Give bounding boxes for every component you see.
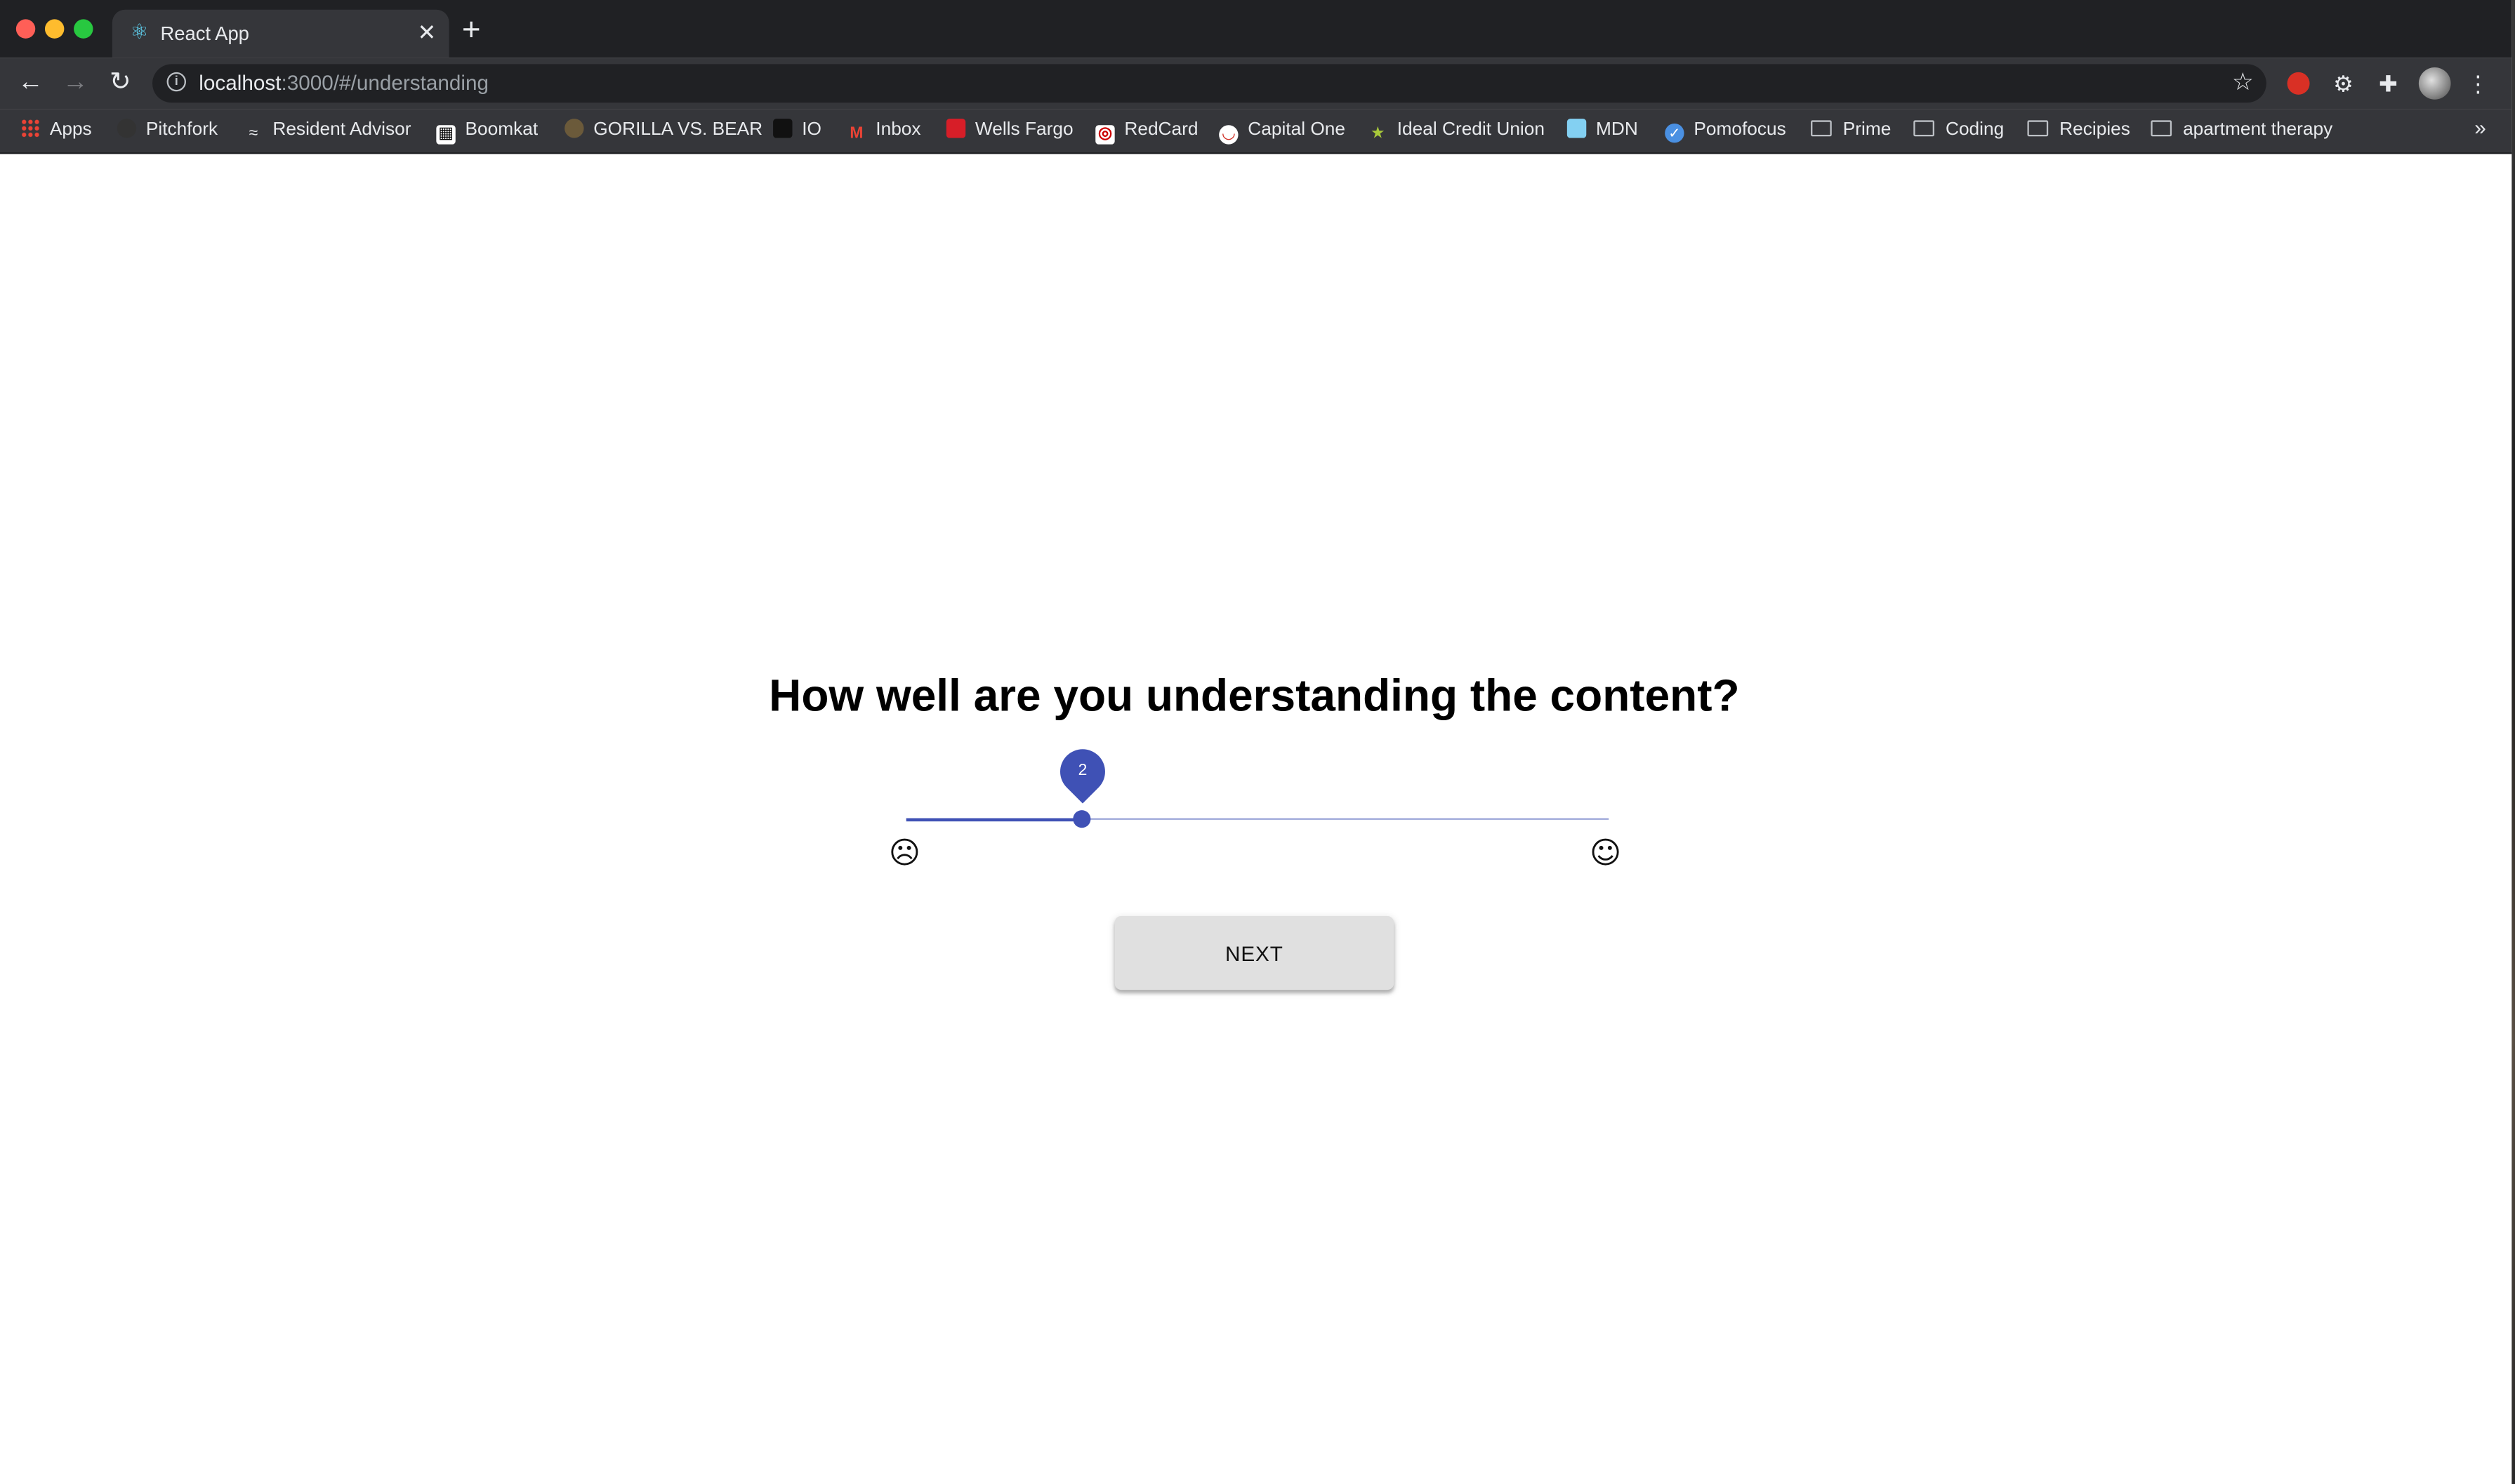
slider-track[interactable] [906,817,1082,821]
new-tab-button[interactable]: + [462,13,481,48]
pomofocus-icon: ✓ [1665,123,1684,143]
page-content: How well are you understanding the conte… [0,154,2512,1484]
bookmark-folder-recipies[interactable]: Recipies [2027,117,2130,143]
browser-toolbar: ← → ↻ i localhost:3000/#/understanding ☆… [0,58,2512,110]
apps-grid-icon [20,119,41,138]
sad-face-icon: ☹ [888,835,921,871]
folder-icon [1811,120,1832,137]
question-heading: How well are you understanding the conte… [769,670,1740,721]
gorilla-vs-bear-icon [565,119,584,138]
star-icon: ★ [1371,125,1385,143]
close-window-button[interactable] [15,19,36,39]
happy-face-icon: ☺ [1590,835,1622,871]
bookmark-boomkat[interactable]: ▦ Boomkat [436,117,538,145]
slider-value-label: 2 [1050,740,1114,804]
close-icon[interactable]: ✕ [418,19,437,45]
pitchfork-icon [117,119,137,138]
menu-kebab-icon[interactable]: ⋮ [2464,69,2493,98]
folder-icon [1913,120,1934,137]
mdn-icon [1566,119,1587,138]
url-text[interactable]: localhost:3000/#/understanding [199,71,489,97]
bookmark-wells-fargo[interactable]: Wells Fargo [946,117,1074,143]
extension-gear-icon[interactable]: ⚙ [2329,69,2358,98]
more-bookmarks-icon[interactable]: » [2474,116,2486,142]
bookmark-inbox[interactable]: M Inbox [847,117,920,143]
boomkat-icon: ▦ [436,125,456,145]
bookmark-mdn[interactable]: MDN [1566,117,1638,143]
browser-window: ⚛ React App ✕ + ← → ↻ i localhost:3000/#… [0,0,2512,1484]
next-button[interactable]: NEXT [1114,915,1394,991]
target-icon: ◎ [1095,125,1115,145]
bookmark-gorilla-vs-bear[interactable]: GORILLA VS. BEAR [565,117,763,143]
capital-one-icon: ◡ [1219,125,1239,145]
slider-value-text: 2 [1077,762,1087,780]
extensions-puzzle-icon[interactable]: ✚ [2374,69,2403,98]
slider-thumb[interactable] [1073,810,1091,828]
react-atom-icon: ⚛ [130,19,150,44]
forward-button[interactable]: → [60,67,92,100]
folder-icon [2151,120,2172,137]
bookmark-ideal-credit-union[interactable]: ★ Ideal Credit Union [1368,117,1545,143]
minimize-window-button[interactable] [44,19,65,39]
bookmark-pitchfork[interactable]: Pitchfork [117,117,218,143]
extension-red-icon[interactable] [2284,69,2313,98]
bookmark-redcard[interactable]: ◎ RedCard [1095,117,1199,145]
resident-advisor-icon: ≈ [249,125,258,143]
bookmark-io[interactable]: IO [773,117,821,143]
tab-react-app[interactable]: ⚛ React App ✕ [112,9,449,58]
wells-fargo-icon [946,119,966,138]
bookmark-pomofocus[interactable]: ✓ Pomofocus [1665,117,1786,143]
bookmark-capital-one[interactable]: ◡ Capital One [1219,117,1345,145]
site-info-icon[interactable]: i [166,72,186,92]
reload-button[interactable]: ↻ [104,67,136,100]
bookmarks-bar: Apps Pitchfork ≈ Resident Advisor ▦ Boomka… [0,109,2512,154]
io-icon [773,119,793,138]
bookmark-folder-apartment-therapy[interactable]: apartment therapy [2151,117,2332,143]
profile-avatar[interactable] [2418,67,2451,100]
bookmark-star-icon[interactable]: ☆ [2232,69,2254,98]
folder-icon [2027,120,2049,137]
bookmark-folder-coding[interactable]: Coding [1913,117,2004,143]
address-bar[interactable]: i localhost:3000/#/understanding ☆ [152,64,2266,103]
bookmark-resident-advisor[interactable]: ≈ Resident Advisor [244,117,411,143]
tab-strip: ⚛ React App ✕ + [0,0,2512,58]
desktop-edge [2511,0,2515,1484]
bookmark-apps[interactable]: Apps [20,117,92,143]
tab-title: React App [160,22,249,45]
bookmark-folder-prime[interactable]: Prime [1811,117,1891,143]
maximize-window-button[interactable] [74,19,93,39]
gmail-icon: M [850,125,864,143]
back-button[interactable]: ← [15,67,47,100]
